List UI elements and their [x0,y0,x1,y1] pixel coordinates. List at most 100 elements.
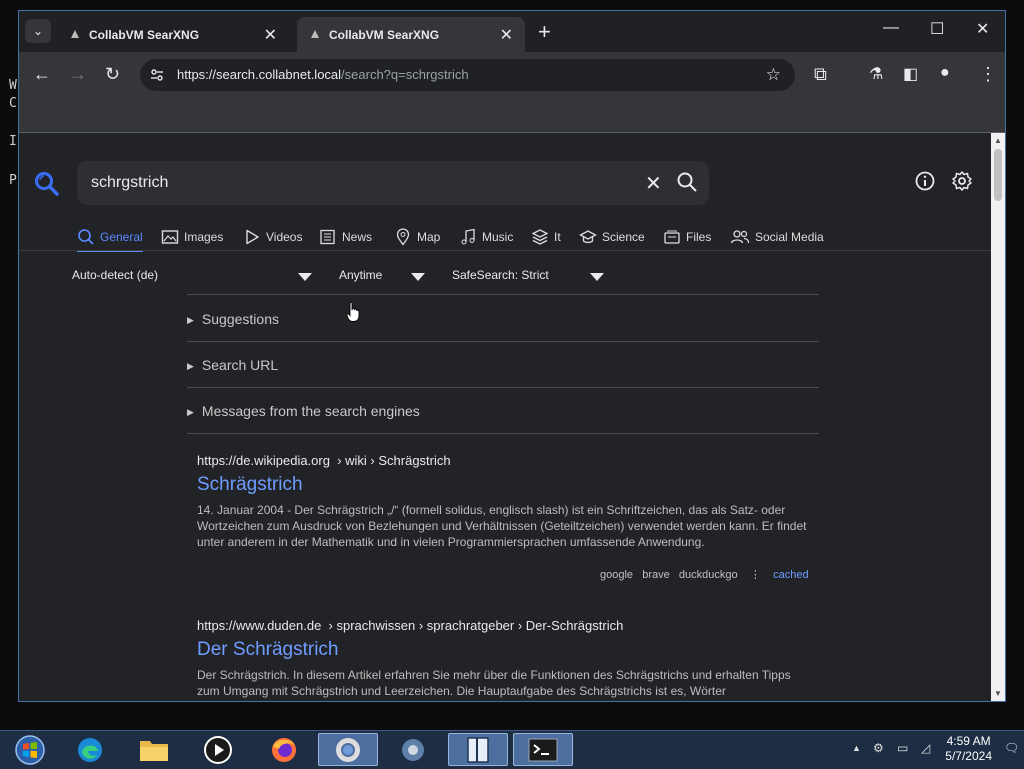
tab-news[interactable]: News [319,224,372,250]
new-tab-button[interactable]: + [538,19,551,45]
taskbar-firefox[interactable] [254,733,314,766]
language-select[interactable]: Auto-detect (de) [72,268,158,282]
profile-icon[interactable]: ● [940,64,950,82]
tab-inactive[interactable]: CollabVM SearXNG ✕ [57,17,289,52]
search-url-toggle[interactable]: ▶ Search URL [187,357,278,373]
start-button[interactable] [0,733,60,766]
caret-down-icon[interactable] [411,273,425,281]
scroll-thumb[interactable] [994,149,1002,201]
tab-it[interactable]: It [531,224,561,250]
category-divider [19,250,991,251]
safesearch-select[interactable]: SafeSearch: Strict [452,268,549,282]
scroll-down-arrow-icon[interactable]: ▼ [994,689,1002,698]
taskbar-settings[interactable] [383,733,443,766]
tab-active[interactable]: CollabVM SearXNG ✕ [297,17,525,52]
divider [187,433,819,434]
tray-accessibility-icon[interactable]: ⚙ [873,741,884,755]
taskbar-file-explorer[interactable] [124,733,184,766]
tab-music[interactable]: Music [459,224,513,250]
result-url[interactable]: https://www.duden.de › sprachwissen › sp… [197,618,807,633]
tray-network-icon[interactable]: ◿ [921,741,930,755]
notification-icon[interactable]: 🗨 [1004,741,1019,755]
tab-search-button[interactable]: ⌄ [25,19,51,43]
bookmark-star-icon[interactable]: ☆ [766,65,781,85]
taskbar-media-player[interactable] [188,733,248,766]
tab-images[interactable]: Images [161,224,223,250]
result-item: https://de.wikipedia.org › wiki › Schräg… [197,453,807,550]
close-tab-icon[interactable]: ✕ [264,25,277,45]
edge-icon [78,737,102,762]
clear-search-icon[interactable]: ✕ [645,171,662,196]
layers-icon [531,229,549,245]
side-panel-icon[interactable]: ◧ [903,64,918,84]
desktop-text: W [9,78,17,93]
gear-icon[interactable] [951,170,973,192]
close-window-button[interactable]: ✕ [976,19,989,39]
tab-map[interactable]: Map [394,224,440,250]
forward-arrow-icon[interactable]: → [69,64,87,85]
address-bar[interactable]: https://search.collabnet.local/search?q=… [140,59,795,91]
tab-science[interactable]: Science [579,224,645,250]
newspaper-icon [320,229,335,245]
taskbar-chrome[interactable] [318,733,378,766]
system-clock[interactable]: 4:59 AM 5/7/2024 [945,734,992,764]
search-query[interactable]: schrgstrich [91,174,168,192]
taskbar-edge[interactable] [60,733,120,766]
result-snippet: 14. Januar 2004 - Der Schrägstrich „/“ (… [197,503,807,549]
vertical-scrollbar[interactable]: ▲ ▼ [991,133,1005,701]
music-note-icon [461,228,475,245]
searxng-favicon-icon [311,30,319,38]
scroll-up-arrow-icon[interactable]: ▲ [994,136,1002,145]
tab-general[interactable]: General [77,224,143,252]
tray-display-icon[interactable]: ▭ [897,741,908,755]
taskbar: ▲ ⚙ ▭ ◿ 4:59 AM 5/7/2024 🗨 [0,730,1024,769]
image-icon [161,230,179,244]
search-icon [78,229,94,245]
taskbar-notepad[interactable] [448,733,508,766]
settings-gear-icon [402,738,424,761]
reload-icon[interactable]: ↻ [105,64,120,85]
minimize-button[interactable]: — [883,19,899,37]
menu-kebab-icon[interactable]: ⋮ [979,64,997,85]
result-title-link[interactable]: Der Schrägstrich [197,639,807,661]
show-hidden-icons-chevron-icon[interactable]: ▲ [852,743,861,753]
suggestions-toggle[interactable]: ▶ Suggestions [187,311,279,327]
caret-down-icon[interactable] [590,273,604,281]
bookmarks-bar [19,98,1005,133]
desktop-text: C [9,96,17,111]
maximize-button[interactable]: ☐ [930,19,944,39]
chrome-icon [336,737,360,762]
browser-toolbar: ← → ↻ https://search.collabnet.local/sea… [19,52,1005,98]
people-icon [730,230,750,244]
info-icon[interactable] [914,170,936,192]
tab-social-media[interactable]: Social Media [730,224,824,250]
tab-files[interactable]: Files [663,224,711,250]
desktop-text: P [9,173,17,188]
folder-icon [140,740,168,761]
taskbar-terminal[interactable] [513,733,573,766]
tab-videos[interactable]: Videos [243,224,302,250]
search-input[interactable]: schrgstrich ✕ [77,161,709,205]
engine-messages-toggle[interactable]: ▶ Messages from the search engines [187,403,420,419]
caret-down-icon[interactable] [298,273,312,281]
labs-flask-icon[interactable]: ⚗ [869,64,883,84]
result-title-link[interactable]: Schrägstrich [197,474,807,496]
engine-label: brave [642,569,670,581]
time-range-select[interactable]: Anytime [339,268,382,282]
divider [187,294,819,295]
map-pin-icon [396,228,410,246]
extensions-icon[interactable]: ⧉ [814,64,827,85]
back-arrow-icon[interactable]: ← [33,64,51,85]
site-info-icon[interactable] [150,68,164,82]
search-icon[interactable] [676,171,698,193]
result-url[interactable]: https://de.wikipedia.org › wiki › Schräg… [197,453,807,468]
close-tab-icon[interactable]: ✕ [500,25,513,45]
browser-window: ⌄ CollabVM SearXNG ✕ CollabVM SearXNG ✕ … [18,10,1006,702]
clock-time: 4:59 AM [946,734,991,748]
cached-link[interactable]: cached [773,569,808,581]
divider [187,341,819,342]
searxng-logo-icon[interactable] [34,171,60,197]
hand-cursor-icon [346,301,360,322]
triangle-right-icon: ▶ [187,361,194,371]
divider [187,387,819,388]
